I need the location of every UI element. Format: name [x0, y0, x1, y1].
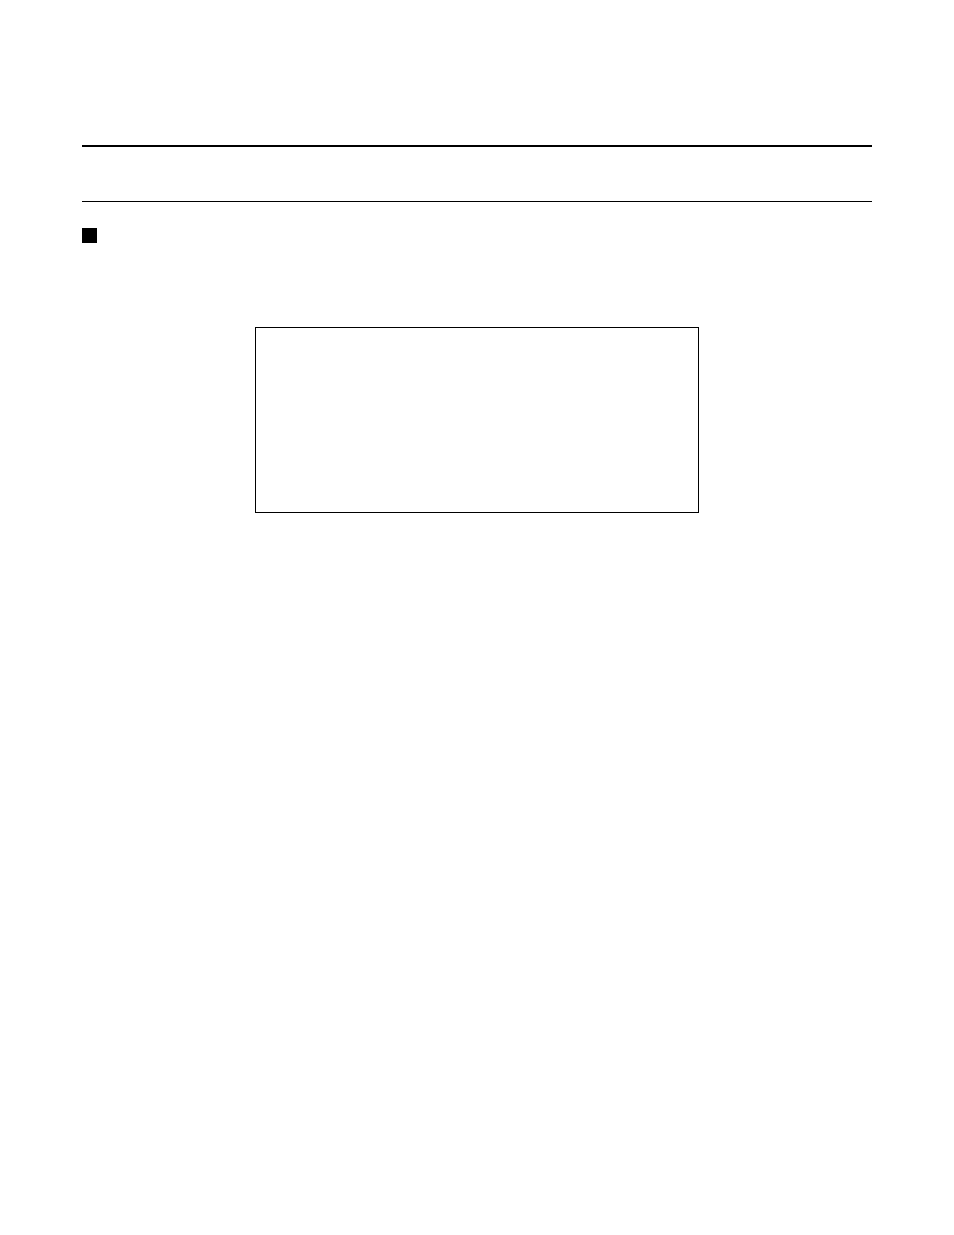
square-bullet-icon: [82, 228, 97, 243]
bullet-item: [82, 226, 872, 243]
content-box: [255, 327, 699, 513]
document-page: [0, 0, 954, 513]
horizontal-rule-bottom: [82, 201, 872, 202]
horizontal-rule-top: [82, 145, 872, 147]
